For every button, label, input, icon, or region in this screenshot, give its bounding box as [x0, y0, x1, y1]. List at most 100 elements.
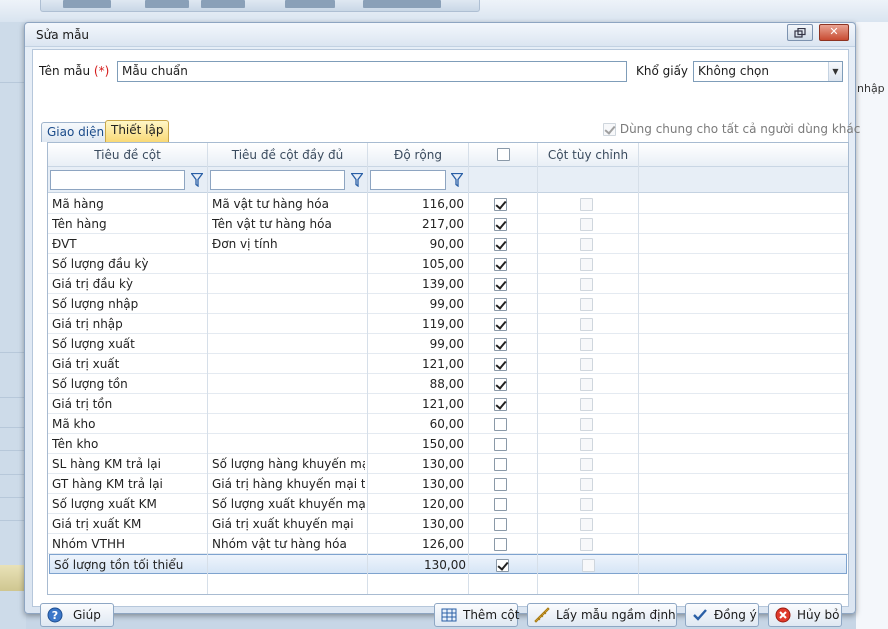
cell-column-title[interactable]: Giá trị nhập — [52, 317, 204, 331]
show-column-checkbox[interactable] — [494, 438, 507, 451]
cell-width[interactable]: 217,00 — [370, 217, 464, 231]
filter-icon[interactable] — [451, 173, 463, 187]
select-all-checkbox[interactable] — [496, 148, 510, 161]
cell-width[interactable]: 116,00 — [370, 197, 464, 211]
cell-full-title[interactable]: Giá trị hàng khuyến mại trả — [212, 477, 365, 491]
cell-width[interactable]: 119,00 — [370, 317, 464, 331]
cell-column-title[interactable]: Số lượng xuất KM — [52, 497, 204, 511]
cell-column-title[interactable]: ĐVT — [52, 237, 204, 251]
table-row[interactable]: Số lượng xuất KM Số lượng xuất khuyến mại… — [48, 494, 848, 514]
table-row[interactable]: Số lượng tồn tối thiểu 130,00 — [49, 554, 847, 574]
background-toolbar-item[interactable] — [145, 0, 189, 8]
paper-size-select[interactable]: Không chọn ▼ — [693, 61, 843, 82]
show-column-checkbox[interactable] — [494, 358, 507, 371]
cell-width[interactable]: 139,00 — [370, 277, 464, 291]
table-row[interactable]: SL hàng KM trả lại Số lượng hàng khuyến m… — [48, 454, 848, 474]
show-column-checkbox[interactable] — [494, 418, 507, 431]
cell-width[interactable]: 130,00 — [370, 457, 464, 471]
show-column-checkbox[interactable] — [494, 478, 507, 491]
cell-full-title[interactable]: Đơn vị tính — [212, 237, 365, 251]
restore-button[interactable] — [787, 24, 813, 41]
table-row[interactable]: Mã hàng Mã vật tư hàng hóa 116,00 — [48, 194, 848, 214]
cell-column-title[interactable]: Giá trị xuất KM — [52, 517, 204, 531]
filter-title-input[interactable] — [50, 170, 185, 190]
cell-width[interactable]: 60,00 — [370, 417, 464, 431]
cell-column-title[interactable]: Số lượng xuất — [52, 337, 204, 351]
show-column-checkbox[interactable] — [494, 458, 507, 471]
show-column-checkbox[interactable] — [494, 378, 507, 391]
cell-width[interactable]: 121,00 — [370, 397, 464, 411]
help-button[interactable]: ? Giúp — [40, 603, 114, 627]
column-header-width[interactable]: Độ rộng — [368, 148, 468, 162]
table-row[interactable]: ĐVT Đơn vị tính 90,00 — [48, 234, 848, 254]
cell-column-title[interactable]: Tên kho — [52, 437, 204, 451]
background-toolbar-item[interactable] — [201, 0, 245, 8]
filter-icon[interactable] — [191, 173, 203, 187]
cell-full-title[interactable]: Tên vật tư hàng hóa — [212, 217, 365, 231]
cancel-button[interactable]: Hủy bỏ — [768, 603, 842, 627]
close-button[interactable]: ✕ — [819, 24, 849, 41]
add-column-button[interactable]: Thêm cột — [434, 603, 519, 627]
cell-column-title[interactable]: Số lượng đầu kỳ — [52, 257, 204, 271]
cell-width[interactable]: 130,00 — [370, 477, 464, 491]
table-row[interactable]: Mã kho 60,00 — [48, 414, 848, 434]
cell-width[interactable]: 105,00 — [370, 257, 464, 271]
chevron-down-icon[interactable]: ▼ — [828, 62, 842, 81]
show-column-checkbox[interactable] — [494, 398, 507, 411]
table-row[interactable]: GT hàng KM trả lại Giá trị hàng khuyến mạ… — [48, 474, 848, 494]
table-row[interactable]: Giá trị đầu kỳ 139,00 — [48, 274, 848, 294]
cell-full-title[interactable]: Mã vật tư hàng hóa — [212, 197, 365, 211]
cell-column-title[interactable]: Số lượng tồn — [52, 377, 204, 391]
ok-button[interactable]: Đồng ý — [685, 603, 759, 627]
show-column-checkbox[interactable] — [494, 198, 507, 211]
cell-column-title[interactable]: GT hàng KM trả lại — [52, 477, 204, 491]
cell-column-title[interactable]: Mã kho — [52, 417, 204, 431]
cell-column-title[interactable]: Giá trị đầu kỳ — [52, 277, 204, 291]
cell-column-title[interactable]: Giá trị tồn — [52, 397, 204, 411]
template-name-input[interactable]: Mẫu chuẩn — [117, 61, 627, 82]
cell-column-title[interactable]: Số lượng nhập — [52, 297, 204, 311]
cell-column-title[interactable]: Tên hàng — [52, 217, 204, 231]
show-column-checkbox[interactable] — [494, 258, 507, 271]
table-row[interactable]: Tên kho 150,00 — [48, 434, 848, 454]
show-column-checkbox[interactable] — [494, 498, 507, 511]
cell-width[interactable]: 130,00 — [370, 517, 464, 531]
background-toolbar-item[interactable] — [63, 0, 111, 8]
cell-full-title[interactable]: Số lượng xuất khuyến mại — [212, 497, 365, 511]
table-row[interactable]: Số lượng đầu kỳ 105,00 — [48, 254, 848, 274]
table-row[interactable]: Tên hàng Tên vật tư hàng hóa 217,00 — [48, 214, 848, 234]
cell-column-title[interactable]: Nhóm VTHH — [52, 537, 204, 551]
cell-full-title[interactable]: Nhóm vật tư hàng hóa — [212, 537, 365, 551]
tab-giao-dien[interactable]: Giao diện — [41, 122, 111, 142]
share-all-users-checkbox[interactable] — [603, 123, 616, 136]
table-row[interactable]: Giá trị xuất KM Giá trị xuất khuyến mại 13… — [48, 514, 848, 534]
table-row[interactable]: Số lượng tồn 88,00 — [48, 374, 848, 394]
cell-width[interactable]: 90,00 — [370, 237, 464, 251]
show-column-checkbox[interactable] — [494, 318, 507, 331]
show-column-checkbox[interactable] — [496, 559, 509, 572]
background-toolbar-item[interactable] — [363, 0, 441, 8]
tab-thiet-lap[interactable]: Thiết lập — [105, 120, 170, 142]
show-column-checkbox[interactable] — [494, 218, 507, 231]
cell-width[interactable]: 150,00 — [370, 437, 464, 451]
show-column-checkbox[interactable] — [494, 238, 507, 251]
cell-column-title[interactable]: Số lượng tồn tối thiểu — [54, 558, 206, 572]
filter-full-title-input[interactable] — [210, 170, 345, 190]
cell-width[interactable]: 121,00 — [370, 357, 464, 371]
show-column-checkbox[interactable] — [494, 518, 507, 531]
table-row[interactable]: Nhóm VTHH Nhóm vật tư hàng hóa 126,00 — [48, 534, 848, 554]
cell-width[interactable]: 130,00 — [372, 558, 466, 572]
cell-full-title[interactable]: Số lượng hàng khuyến mại — [212, 457, 365, 471]
cell-column-title[interactable]: SL hàng KM trả lại — [52, 457, 204, 471]
table-row[interactable]: Giá trị xuất 121,00 — [48, 354, 848, 374]
background-toolbar-item[interactable] — [285, 0, 335, 8]
column-header-custom[interactable]: Cột tùy chỉnh — [538, 148, 638, 162]
cell-column-title[interactable]: Mã hàng — [52, 197, 204, 211]
table-row[interactable]: Giá trị nhập 119,00 — [48, 314, 848, 334]
table-row[interactable]: Số lượng nhập 99,00 — [48, 294, 848, 314]
cell-width[interactable]: 99,00 — [370, 297, 464, 311]
filter-icon[interactable] — [351, 173, 363, 187]
column-header-title[interactable]: Tiêu đề cột — [48, 148, 207, 162]
table-row[interactable]: Giá trị tồn 121,00 — [48, 394, 848, 414]
share-all-users-option[interactable]: Dùng chung cho tất cả người dùng khác — [603, 122, 860, 136]
